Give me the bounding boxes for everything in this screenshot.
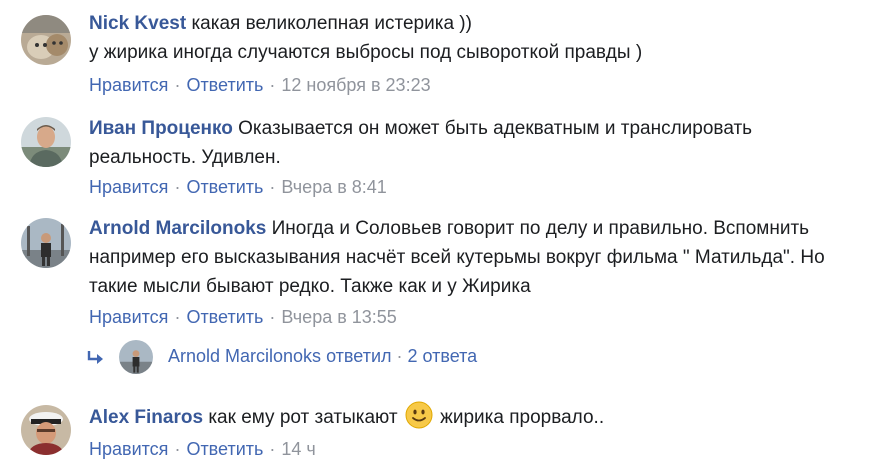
- timestamp[interactable]: 14 ч: [281, 439, 315, 459]
- replies-summary[interactable]: Arnold Marcilonoks ответил · 2 ответа: [86, 340, 586, 376]
- comment-actions: Нравится · Ответить · Вчера в 8:41: [89, 176, 387, 198]
- comment-text: как ему рот затыкают: [203, 407, 403, 428]
- comment-body: Arnold Marcilonoks Иногда и Соловьев гов…: [89, 214, 849, 301]
- comment-author[interactable]: Arnold Marcilonoks: [89, 218, 266, 239]
- comment-author[interactable]: Alex Finaros: [89, 407, 203, 428]
- separator: ·: [269, 177, 276, 197]
- comment-text: жирика прорвало..: [434, 407, 605, 428]
- separator: ·: [269, 439, 276, 459]
- man-standing-avatar-icon: [119, 340, 153, 374]
- like-button[interactable]: Нравится: [89, 75, 168, 95]
- comment-author[interactable]: Иван Проценко: [89, 118, 233, 139]
- replies-count: 2 ответа: [407, 346, 478, 366]
- separator: ·: [269, 75, 276, 95]
- man-avatar-icon: [21, 117, 71, 167]
- avatar[interactable]: [21, 405, 71, 455]
- separator: ·: [174, 307, 181, 327]
- replies-text[interactable]: Arnold Marcilonoks ответил · 2 ответа: [168, 346, 477, 367]
- cat-avatar-icon: [21, 15, 71, 65]
- sailor-cap-avatar-icon: [21, 405, 71, 455]
- separator: ·: [391, 346, 408, 366]
- reply-author-name: Arnold Marcilonoks: [168, 346, 322, 366]
- avatar[interactable]: [21, 117, 71, 167]
- man-standing-avatar-icon: [21, 218, 71, 268]
- comment-actions: Нравится · Ответить · 12 ноября в 23:23: [89, 74, 431, 96]
- separator: ·: [174, 177, 181, 197]
- separator: ·: [174, 75, 181, 95]
- avatar[interactable]: [21, 218, 71, 268]
- like-button[interactable]: Нравится: [89, 439, 168, 459]
- comment-author[interactable]: Nick Kvest: [89, 13, 186, 34]
- reply-button[interactable]: Ответить: [186, 439, 263, 459]
- separator: ·: [174, 439, 181, 459]
- reply-button[interactable]: Ответить: [186, 307, 263, 327]
- avatar[interactable]: [21, 15, 71, 65]
- replies-verb: ответил: [321, 346, 392, 366]
- timestamp[interactable]: Вчера в 13:55: [281, 307, 396, 327]
- timestamp[interactable]: Вчера в 8:41: [281, 177, 386, 197]
- comment-body: Иван Проценко Оказывается он может быть …: [89, 114, 859, 172]
- reply-button[interactable]: Ответить: [186, 177, 263, 197]
- comment-actions: Нравится · Ответить · 14 ч: [89, 438, 316, 460]
- separator: ·: [269, 307, 276, 327]
- smiling-face-emoji-icon: [405, 401, 433, 429]
- like-button[interactable]: Нравится: [89, 177, 168, 197]
- comment-body: Alex Finaros как ему рот затыкают жирика…: [89, 401, 859, 432]
- like-button[interactable]: Нравится: [89, 307, 168, 327]
- reply-arrow-icon: [87, 351, 103, 364]
- timestamp[interactable]: 12 ноября в 23:23: [281, 75, 430, 95]
- comment-actions: Нравится · Ответить · Вчера в 13:55: [89, 306, 397, 328]
- comment-body: Nick Kvest какая великолепная истерика )…: [89, 9, 859, 67]
- reply-button[interactable]: Ответить: [186, 75, 263, 95]
- reply-author-avatar[interactable]: [119, 340, 153, 374]
